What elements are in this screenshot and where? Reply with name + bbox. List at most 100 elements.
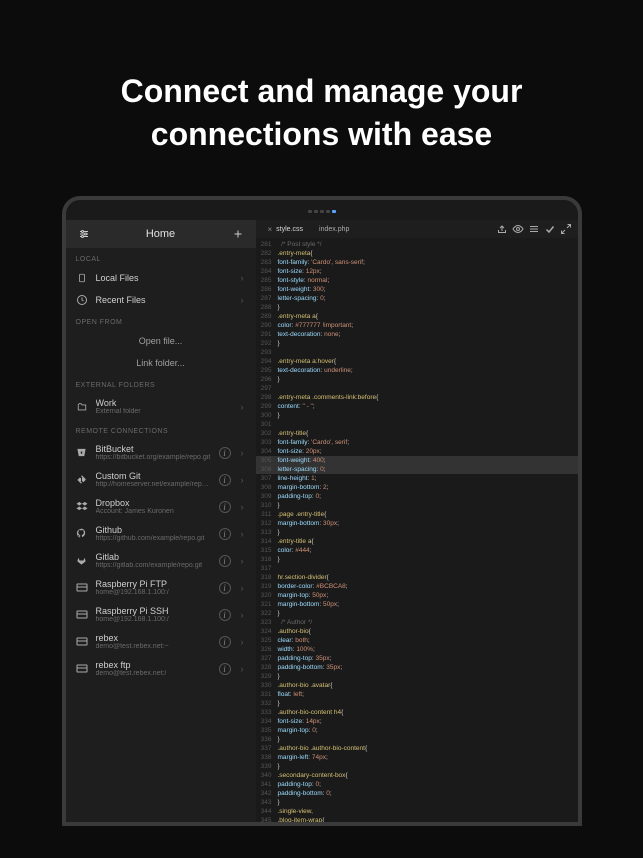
chevron-right-icon: › bbox=[239, 556, 246, 566]
line-number: 340 bbox=[256, 771, 278, 780]
tab-style-css[interactable]: × style.css bbox=[262, 225, 310, 234]
sidebar-item-local-files[interactable]: Local Files › bbox=[66, 267, 256, 289]
sidebar-item-remote[interactable]: BitBucket https://bitbucket.org/example/… bbox=[66, 439, 256, 466]
close-icon[interactable]: × bbox=[268, 225, 273, 234]
code-line: 330 .author-bio .avatar { bbox=[256, 681, 578, 690]
expand-icon[interactable] bbox=[560, 223, 572, 235]
settings-icon[interactable] bbox=[76, 226, 92, 242]
code-line: 299 content: " - "; bbox=[256, 402, 578, 411]
info-icon[interactable]: i bbox=[219, 528, 231, 540]
sidebar-item-label: Custom Git bbox=[96, 471, 211, 481]
code-line: 291 text-decoration: none; bbox=[256, 330, 578, 339]
sidebar-item-label: Github bbox=[96, 525, 211, 535]
line-number: 291 bbox=[256, 330, 278, 339]
line-number: 321 bbox=[256, 600, 278, 609]
tab-bar: × style.css index.php bbox=[256, 220, 578, 238]
line-number: 319 bbox=[256, 582, 278, 591]
line-number: 282 bbox=[256, 249, 278, 258]
line-number: 339 bbox=[256, 762, 278, 771]
info-icon[interactable]: i bbox=[219, 636, 231, 648]
info-icon[interactable]: i bbox=[219, 609, 231, 621]
line-number: 294 bbox=[256, 357, 278, 366]
sidebar-item-remote[interactable]: Dropbox Account: James Kuronen i › bbox=[66, 493, 256, 520]
code-line: 332 } bbox=[256, 699, 578, 708]
code-line: 306 letter-spacing: 0; bbox=[256, 465, 578, 474]
menu-icon[interactable] bbox=[528, 223, 540, 235]
line-number: 286 bbox=[256, 285, 278, 294]
add-icon[interactable] bbox=[230, 226, 246, 242]
tab-index-php[interactable]: index.php bbox=[313, 226, 355, 233]
code-line: 323 /* Author */ bbox=[256, 618, 578, 627]
folder-icon bbox=[76, 401, 88, 413]
sidebar-item-label: Raspberry Pi SSH bbox=[96, 606, 211, 616]
line-number: 322 bbox=[256, 609, 278, 618]
code-line: 336 } bbox=[256, 735, 578, 744]
chevron-right-icon: › bbox=[239, 402, 246, 412]
line-number: 295 bbox=[256, 366, 278, 375]
code-line: 290 color: #777777 !important; bbox=[256, 321, 578, 330]
check-icon[interactable] bbox=[544, 223, 556, 235]
code-line: 300 } bbox=[256, 411, 578, 420]
info-icon[interactable]: i bbox=[219, 474, 231, 486]
share-icon[interactable] bbox=[496, 223, 508, 235]
info-icon[interactable]: i bbox=[219, 447, 231, 459]
code-line: 343 } bbox=[256, 798, 578, 807]
chevron-right-icon: › bbox=[239, 295, 246, 305]
info-icon[interactable]: i bbox=[219, 582, 231, 594]
code-line: 326 width: 100%; bbox=[256, 645, 578, 654]
line-number: 308 bbox=[256, 483, 278, 492]
code-line: 310 } bbox=[256, 501, 578, 510]
connection-icon bbox=[76, 474, 88, 486]
sidebar-item-remote[interactable]: Custom Git http://homeserver.net/example… bbox=[66, 466, 256, 493]
line-number: 307 bbox=[256, 474, 278, 483]
line-number: 328 bbox=[256, 663, 278, 672]
code-line: 282 .entry-meta { bbox=[256, 249, 578, 258]
info-icon[interactable]: i bbox=[219, 501, 231, 513]
line-number: 288 bbox=[256, 303, 278, 312]
sidebar-item-remote[interactable]: Gitlab https://gitlab.com/example/repo.g… bbox=[66, 547, 256, 574]
page-heading: Connect and manage your connections with… bbox=[0, 0, 643, 196]
sidebar-item-remote[interactable]: rebex ftp demo@test.rebex.net:/ i › bbox=[66, 655, 256, 682]
sidebar-item-label: Work bbox=[96, 398, 231, 408]
code-editor[interactable]: 281 /* Post style */282 .entry-meta {283… bbox=[256, 238, 578, 822]
code-line: 331 float: left; bbox=[256, 690, 578, 699]
line-number: 283 bbox=[256, 258, 278, 267]
sidebar-item-remote[interactable]: Github https://github.com/example/repo.g… bbox=[66, 520, 256, 547]
code-line: 316 } bbox=[256, 555, 578, 564]
line-number: 287 bbox=[256, 294, 278, 303]
code-line: 284 font-size: 12px; bbox=[256, 267, 578, 276]
sidebar-item-work[interactable]: Work External folder › bbox=[66, 393, 256, 420]
info-icon[interactable]: i bbox=[219, 555, 231, 567]
line-number: 292 bbox=[256, 339, 278, 348]
sidebar-item-remote[interactable]: Raspberry Pi FTP home@192.168.1.100:/ i … bbox=[66, 574, 256, 601]
code-line: 334 font-size: 14px; bbox=[256, 717, 578, 726]
sidebar-item-recent-files[interactable]: Recent Files › bbox=[66, 289, 256, 311]
sidebar-item-label: Dropbox bbox=[96, 498, 211, 508]
line-number: 343 bbox=[256, 798, 278, 807]
code-line: 338 margin-left: 74px; bbox=[256, 753, 578, 762]
code-line: 292 } bbox=[256, 339, 578, 348]
line-number: 306 bbox=[256, 465, 278, 474]
code-line: 342 padding-bottom: 0; bbox=[256, 789, 578, 798]
sidebar-item-remote[interactable]: Raspberry Pi SSH home@192.168.1.100:/ i … bbox=[66, 601, 256, 628]
link-folder-link[interactable]: Link folder... bbox=[66, 352, 256, 374]
eye-icon[interactable] bbox=[512, 223, 524, 235]
sidebar-header: Home bbox=[66, 220, 256, 248]
code-line: 302 .entry-title { bbox=[256, 429, 578, 438]
sidebar-item-sub: https://github.com/example/repo.git bbox=[96, 535, 211, 542]
chevron-right-icon: › bbox=[239, 529, 246, 539]
code-line: 340 .secondary-content-box { bbox=[256, 771, 578, 780]
open-file-link[interactable]: Open file... bbox=[66, 330, 256, 352]
chevron-right-icon: › bbox=[239, 273, 246, 283]
code-line: 325 clear: both; bbox=[256, 636, 578, 645]
sidebar-item-sub: External folder bbox=[96, 408, 231, 415]
code-line: 341 padding-top: 0; bbox=[256, 780, 578, 789]
line-number: 313 bbox=[256, 528, 278, 537]
line-number: 341 bbox=[256, 780, 278, 789]
sidebar: Home LOCAL Local Files › Recent Files › … bbox=[66, 220, 256, 822]
info-icon[interactable]: i bbox=[219, 663, 231, 675]
code-line: 333 .author-bio-content h4 { bbox=[256, 708, 578, 717]
line-number: 303 bbox=[256, 438, 278, 447]
code-line: 315 color: #444; bbox=[256, 546, 578, 555]
sidebar-item-remote[interactable]: rebex demo@test.rebex.net:~ i › bbox=[66, 628, 256, 655]
